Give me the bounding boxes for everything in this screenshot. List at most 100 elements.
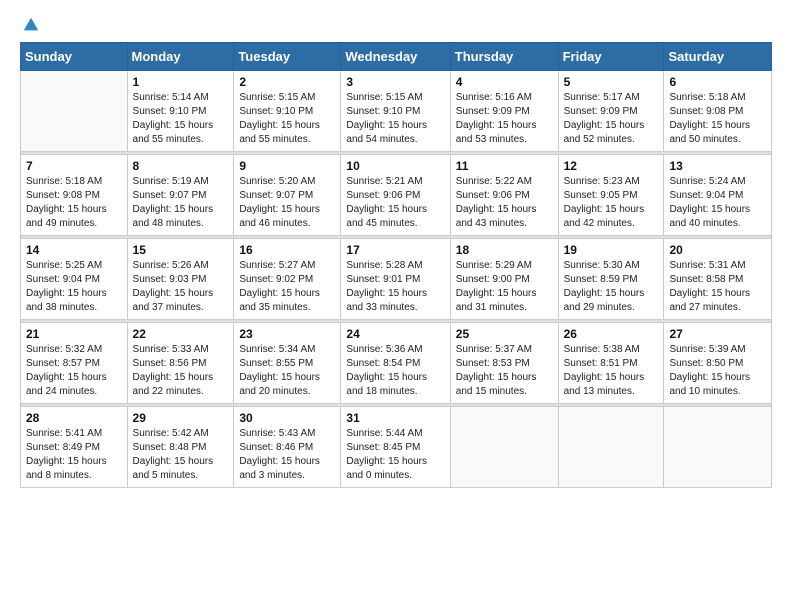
day-number: 22 [133,327,229,341]
day-number: 9 [239,159,335,173]
logo-icon [22,16,40,34]
day-number: 17 [346,243,444,257]
calendar-cell: 13 Sunrise: 5:24 AM Sunset: 9:04 PM Dayli… [664,155,772,236]
calendar-cell: 29 Sunrise: 5:42 AM Sunset: 8:48 PM Dayli… [127,407,234,488]
day-info: Sunrise: 5:14 AM Sunset: 9:10 PM Dayligh… [133,91,229,147]
day-info: Sunrise: 5:18 AM Sunset: 9:08 PM Dayligh… [669,91,766,147]
day-number: 28 [26,411,122,425]
day-info: Sunrise: 5:25 AM Sunset: 9:04 PM Dayligh… [26,259,122,315]
calendar-cell: 1 Sunrise: 5:14 AM Sunset: 9:10 PM Daylig… [127,71,234,152]
day-info: Sunrise: 5:17 AM Sunset: 9:09 PM Dayligh… [564,91,659,147]
day-number: 5 [564,75,659,89]
calendar-table: SundayMondayTuesdayWednesdayThursdayFrid… [20,42,772,488]
calendar-cell: 3 Sunrise: 5:15 AM Sunset: 9:10 PM Daylig… [341,71,450,152]
calendar-cell [558,407,664,488]
calendar-week-row: 7Sunrise: 5:18 AM Sunset: 9:08 PM Daylig… [21,155,772,236]
day-info: Sunrise: 5:37 AM Sunset: 8:53 PM Dayligh… [456,343,553,399]
day-info: Sunrise: 5:33 AM Sunset: 8:56 PM Dayligh… [133,343,229,399]
day-info: Sunrise: 5:44 AM Sunset: 8:45 PM Dayligh… [346,427,444,483]
calendar-cell: 10 Sunrise: 5:21 AM Sunset: 9:06 PM Dayli… [341,155,450,236]
day-info: Sunrise: 5:18 AM Sunset: 9:08 PM Dayligh… [26,175,122,231]
day-number: 14 [26,243,122,257]
day-number: 19 [564,243,659,257]
calendar-cell: 2 Sunrise: 5:15 AM Sunset: 9:10 PM Daylig… [234,71,341,152]
calendar-cell: 12 Sunrise: 5:23 AM Sunset: 9:05 PM Dayli… [558,155,664,236]
day-info: Sunrise: 5:27 AM Sunset: 9:02 PM Dayligh… [239,259,335,315]
day-info: Sunrise: 5:29 AM Sunset: 9:00 PM Dayligh… [456,259,553,315]
day-info: Sunrise: 5:21 AM Sunset: 9:06 PM Dayligh… [346,175,444,231]
calendar-cell: 22 Sunrise: 5:33 AM Sunset: 8:56 PM Dayli… [127,323,234,404]
calendar-cell: 8 Sunrise: 5:19 AM Sunset: 9:07 PM Daylig… [127,155,234,236]
day-number: 23 [239,327,335,341]
logo [20,16,40,34]
calendar-cell: 20 Sunrise: 5:31 AM Sunset: 8:58 PM Dayli… [664,239,772,320]
calendar-cell: 7Sunrise: 5:18 AM Sunset: 9:08 PM Daylig… [21,155,128,236]
day-number: 6 [669,75,766,89]
day-number: 16 [239,243,335,257]
day-number: 3 [346,75,444,89]
calendar-week-row: 28 Sunrise: 5:41 AM Sunset: 8:49 PM Dayli… [21,407,772,488]
day-number: 24 [346,327,444,341]
day-info: Sunrise: 5:23 AM Sunset: 9:05 PM Dayligh… [564,175,659,231]
day-number: 20 [669,243,766,257]
day-number: 18 [456,243,553,257]
header-wednesday: Wednesday [341,43,450,71]
day-info: Sunrise: 5:42 AM Sunset: 8:48 PM Dayligh… [133,427,229,483]
calendar-cell: 9Sunrise: 5:20 AM Sunset: 9:07 PM Daylig… [234,155,341,236]
calendar-cell [21,71,128,152]
calendar-week-row: 21Sunrise: 5:32 AM Sunset: 8:57 PM Dayli… [21,323,772,404]
header-tuesday: Tuesday [234,43,341,71]
day-info: Sunrise: 5:24 AM Sunset: 9:04 PM Dayligh… [669,175,766,231]
day-info: Sunrise: 5:19 AM Sunset: 9:07 PM Dayligh… [133,175,229,231]
calendar-cell: 24 Sunrise: 5:36 AM Sunset: 8:54 PM Dayli… [341,323,450,404]
header-monday: Monday [127,43,234,71]
day-info: Sunrise: 5:16 AM Sunset: 9:09 PM Dayligh… [456,91,553,147]
day-number: 25 [456,327,553,341]
day-info: Sunrise: 5:38 AM Sunset: 8:51 PM Dayligh… [564,343,659,399]
day-number: 26 [564,327,659,341]
calendar-cell: 18 Sunrise: 5:29 AM Sunset: 9:00 PM Dayli… [450,239,558,320]
calendar-week-row: 14 Sunrise: 5:25 AM Sunset: 9:04 PM Dayli… [21,239,772,320]
calendar-cell: 31 Sunrise: 5:44 AM Sunset: 8:45 PM Dayli… [341,407,450,488]
day-number: 31 [346,411,444,425]
calendar-cell [450,407,558,488]
day-info: Sunrise: 5:28 AM Sunset: 9:01 PM Dayligh… [346,259,444,315]
header [20,16,772,34]
day-number: 4 [456,75,553,89]
day-info: Sunrise: 5:31 AM Sunset: 8:58 PM Dayligh… [669,259,766,315]
day-info: Sunrise: 5:41 AM Sunset: 8:49 PM Dayligh… [26,427,122,483]
day-info: Sunrise: 5:15 AM Sunset: 9:10 PM Dayligh… [239,91,335,147]
page: SundayMondayTuesdayWednesdayThursdayFrid… [0,0,792,504]
header-friday: Friday [558,43,664,71]
day-number: 8 [133,159,229,173]
calendar-cell: 28 Sunrise: 5:41 AM Sunset: 8:49 PM Dayli… [21,407,128,488]
day-info: Sunrise: 5:15 AM Sunset: 9:10 PM Dayligh… [346,91,444,147]
day-number: 21 [26,327,122,341]
day-number: 2 [239,75,335,89]
header-thursday: Thursday [450,43,558,71]
day-number: 15 [133,243,229,257]
calendar-cell [664,407,772,488]
calendar-cell: 6 Sunrise: 5:18 AM Sunset: 9:08 PM Daylig… [664,71,772,152]
day-number: 1 [133,75,229,89]
day-number: 30 [239,411,335,425]
day-number: 10 [346,159,444,173]
calendar-cell: 26 Sunrise: 5:38 AM Sunset: 8:51 PM Dayli… [558,323,664,404]
calendar-cell: 4 Sunrise: 5:16 AM Sunset: 9:09 PM Daylig… [450,71,558,152]
header-sunday: Sunday [21,43,128,71]
day-info: Sunrise: 5:36 AM Sunset: 8:54 PM Dayligh… [346,343,444,399]
calendar-cell: 11Sunrise: 5:22 AM Sunset: 9:06 PM Dayli… [450,155,558,236]
day-number: 29 [133,411,229,425]
day-info: Sunrise: 5:34 AM Sunset: 8:55 PM Dayligh… [239,343,335,399]
calendar-cell: 17 Sunrise: 5:28 AM Sunset: 9:01 PM Dayli… [341,239,450,320]
header-saturday: Saturday [664,43,772,71]
day-info: Sunrise: 5:30 AM Sunset: 8:59 PM Dayligh… [564,259,659,315]
day-info: Sunrise: 5:22 AM Sunset: 9:06 PM Dayligh… [456,175,553,231]
calendar-cell: 14 Sunrise: 5:25 AM Sunset: 9:04 PM Dayli… [21,239,128,320]
calendar-cell: 5 Sunrise: 5:17 AM Sunset: 9:09 PM Daylig… [558,71,664,152]
day-number: 12 [564,159,659,173]
day-number: 13 [669,159,766,173]
day-info: Sunrise: 5:39 AM Sunset: 8:50 PM Dayligh… [669,343,766,399]
calendar-cell: 27Sunrise: 5:39 AM Sunset: 8:50 PM Dayli… [664,323,772,404]
calendar-cell: 30Sunrise: 5:43 AM Sunset: 8:46 PM Dayli… [234,407,341,488]
